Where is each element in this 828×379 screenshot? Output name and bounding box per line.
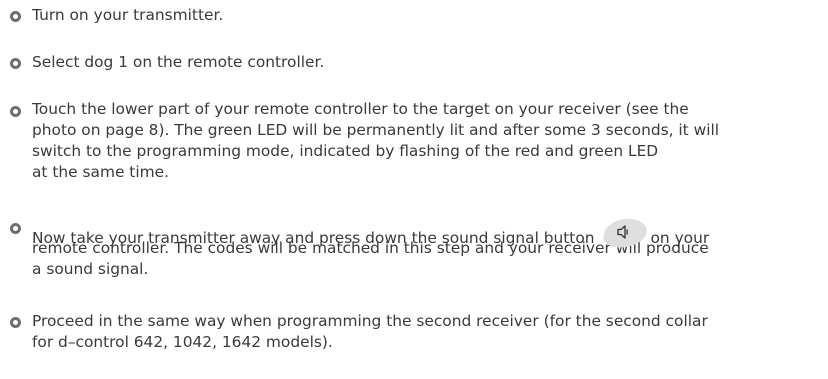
step-text: Turn on your transmitter.	[32, 5, 828, 26]
sound-signal-button	[600, 216, 649, 250]
step-line: Now take your transmitter away and press…	[32, 216, 828, 250]
bullet-icon	[10, 317, 21, 328]
step-line: photo on page 8). The green LED will be …	[32, 121, 720, 139]
step-line: Turn on your transmitter.	[32, 6, 224, 24]
step-line: for d–control 642, 1042, 1642 models).	[32, 333, 333, 351]
step-text: Touch the lower part of your remote cont…	[32, 99, 828, 183]
step-line: switch to the programming mode, indicate…	[32, 142, 659, 160]
bullet-icon	[10, 223, 21, 234]
step-text: Proceed in the same way when programming…	[32, 311, 828, 353]
speaker-icon	[616, 225, 628, 239]
step-text: Select dog 1 on the remote controller.	[32, 52, 828, 73]
bullet-icon	[10, 11, 21, 22]
step-line: Touch the lower part of your remote cont…	[32, 100, 689, 118]
step-line: Select dog 1 on the remote controller.	[32, 53, 325, 71]
step-line: a sound signal.	[32, 260, 149, 278]
step-line: at the same time.	[32, 163, 169, 181]
step-line: Proceed in the same way when programming…	[32, 312, 708, 330]
bullet-icon	[10, 106, 21, 117]
step-text: Now take your transmitter away and press…	[32, 216, 828, 280]
bullet-icon	[10, 58, 21, 69]
step-line: remote controller. The codes will be mat…	[32, 239, 709, 257]
